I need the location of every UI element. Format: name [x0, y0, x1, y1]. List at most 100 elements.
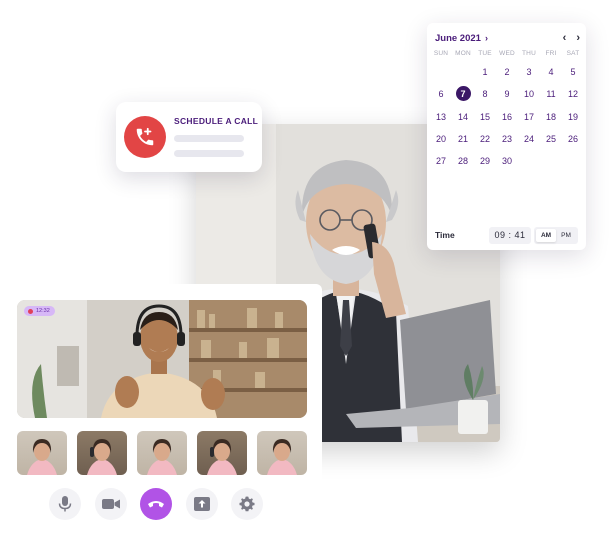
share-screen-button[interactable]: [185, 488, 218, 520]
month-navigation: ‹ ›: [563, 32, 580, 44]
calendar-day[interactable]: 10: [518, 83, 540, 105]
calendar-day[interactable]: 4: [540, 61, 562, 83]
calendar-day[interactable]: 27: [430, 150, 452, 172]
video-camera-icon: [101, 499, 120, 509]
calendar-day-number: 12: [567, 89, 578, 100]
next-month-button[interactable]: ›: [576, 32, 580, 44]
participant-thumbnail[interactable]: [197, 431, 247, 475]
phone-plus-icon: [124, 116, 166, 158]
calendar-day[interactable]: 7: [452, 83, 474, 105]
time-row: Time 09 : 41 AM PM: [435, 226, 578, 244]
placeholder-line: [174, 135, 244, 142]
participant-thumbnail[interactable]: [257, 431, 307, 475]
calendar-day-number: 17: [523, 111, 534, 122]
calendar-day[interactable]: 21: [452, 128, 474, 150]
calendar-day[interactable]: 11: [540, 83, 562, 105]
participant-avatar: [207, 439, 237, 475]
calendar-day-number: 20: [435, 133, 446, 144]
weekday-label: MON: [455, 50, 471, 57]
am-pm-toggle: AM PM: [534, 226, 578, 244]
empty-day-cell: [430, 61, 452, 83]
calendar-day[interactable]: 12: [562, 83, 584, 105]
calendar-day-number: 16: [501, 111, 512, 122]
month-label[interactable]: June 2021: [435, 33, 481, 44]
calendar-day[interactable]: 5: [562, 61, 584, 83]
calendar-day[interactable]: 9: [496, 83, 518, 105]
calendar-day[interactable]: 19: [562, 106, 584, 128]
participant-avatar: [267, 439, 297, 475]
schedule-call-card[interactable]: SCHEDULE A CALL: [116, 102, 262, 172]
chevron-right-icon[interactable]: ›: [485, 33, 488, 43]
calendar-day-number: 4: [548, 67, 554, 77]
settings-button[interactable]: [231, 488, 263, 520]
calendar-day[interactable]: 18: [540, 106, 562, 128]
pm-button[interactable]: PM: [556, 229, 576, 242]
participant-thumbnail[interactable]: [137, 431, 187, 475]
weekday-label: TUE: [478, 50, 492, 57]
participant-thumbnail[interactable]: [17, 431, 67, 475]
empty-day-cell: [562, 150, 584, 172]
weekday-label: THU: [522, 50, 536, 57]
call-controls: [49, 488, 263, 520]
calendar-day[interactable]: 1: [474, 61, 496, 83]
calendar-day[interactable]: 23: [496, 128, 518, 150]
participant-avatar: [147, 439, 177, 475]
recording-time: 12:32: [36, 308, 50, 314]
calendar-day[interactable]: 22: [474, 128, 496, 150]
calendar-day-number: 5: [570, 67, 576, 77]
calendar-day[interactable]: 2: [496, 61, 518, 83]
microphone-button[interactable]: [49, 488, 81, 520]
empty-day-cell: [452, 61, 474, 83]
calendar-day-number: 25: [545, 133, 556, 144]
calendar-day[interactable]: 30: [496, 150, 518, 172]
share-screen-icon: [193, 497, 210, 511]
calendar-day-number: 23: [501, 133, 512, 144]
calendar-day-number: 8: [482, 89, 488, 100]
calendar-day-number: 6: [438, 89, 444, 100]
calendar-day-number: 19: [567, 111, 578, 122]
calendar-day[interactable]: 14: [452, 106, 474, 128]
calendar-day[interactable]: 15: [474, 106, 496, 128]
calendar-day[interactable]: 8: [474, 83, 496, 105]
calendar-day[interactable]: 24: [518, 128, 540, 150]
calendar-day[interactable]: 29: [474, 150, 496, 172]
calendar-day[interactable]: 13: [430, 106, 452, 128]
calendar-day-number: 11: [546, 89, 556, 100]
calendar-day-number: 14: [457, 111, 468, 122]
calendar-day-number: 2: [504, 67, 510, 77]
calendar-day[interactable]: 17: [518, 106, 540, 128]
calendar-day[interactable]: 25: [540, 128, 562, 150]
calendar-day-number: 22: [479, 133, 490, 144]
am-button[interactable]: AM: [536, 228, 556, 242]
calendar-day[interactable]: 16: [496, 106, 518, 128]
calendar-day-number: 28: [457, 156, 468, 167]
video-call-panel: 12:32: [0, 284, 322, 542]
calendar-day-number: 15: [479, 111, 490, 122]
recording-dot-icon: [28, 308, 33, 314]
calendar-day-number: 18: [545, 111, 556, 122]
end-call-button[interactable]: [140, 488, 172, 520]
empty-day-cell: [540, 150, 562, 172]
schedule-call-title: SCHEDULE A CALL: [174, 116, 259, 126]
calendar-day-number: 21: [457, 133, 468, 144]
calendar-day[interactable]: 20: [430, 128, 452, 150]
previous-month-button[interactable]: ‹: [563, 32, 567, 44]
placeholder-line: [174, 150, 244, 157]
camera-button[interactable]: [94, 488, 127, 520]
calendar-day-number: 3: [526, 67, 532, 77]
calendar-day[interactable]: 6: [430, 83, 452, 105]
calendar-day-number: 24: [523, 133, 534, 144]
calendar-day[interactable]: 28: [452, 150, 474, 172]
calendar-day-number: 7: [460, 89, 466, 100]
calendar-header: June 2021 › ‹ ›: [435, 31, 580, 45]
weekday-label: WED: [499, 50, 515, 57]
microphone-icon: [58, 496, 72, 512]
calendar-day-number: 30: [501, 156, 512, 167]
calendar-day-number: 1: [482, 67, 488, 77]
participant-thumbnails: [17, 431, 307, 475]
calendar-day[interactable]: 26: [562, 128, 584, 150]
time-input[interactable]: 09 : 41: [489, 226, 531, 244]
calendar-day[interactable]: 3: [518, 61, 540, 83]
participant-thumbnail[interactable]: [77, 431, 127, 475]
calendar-day-number: 26: [567, 133, 578, 144]
